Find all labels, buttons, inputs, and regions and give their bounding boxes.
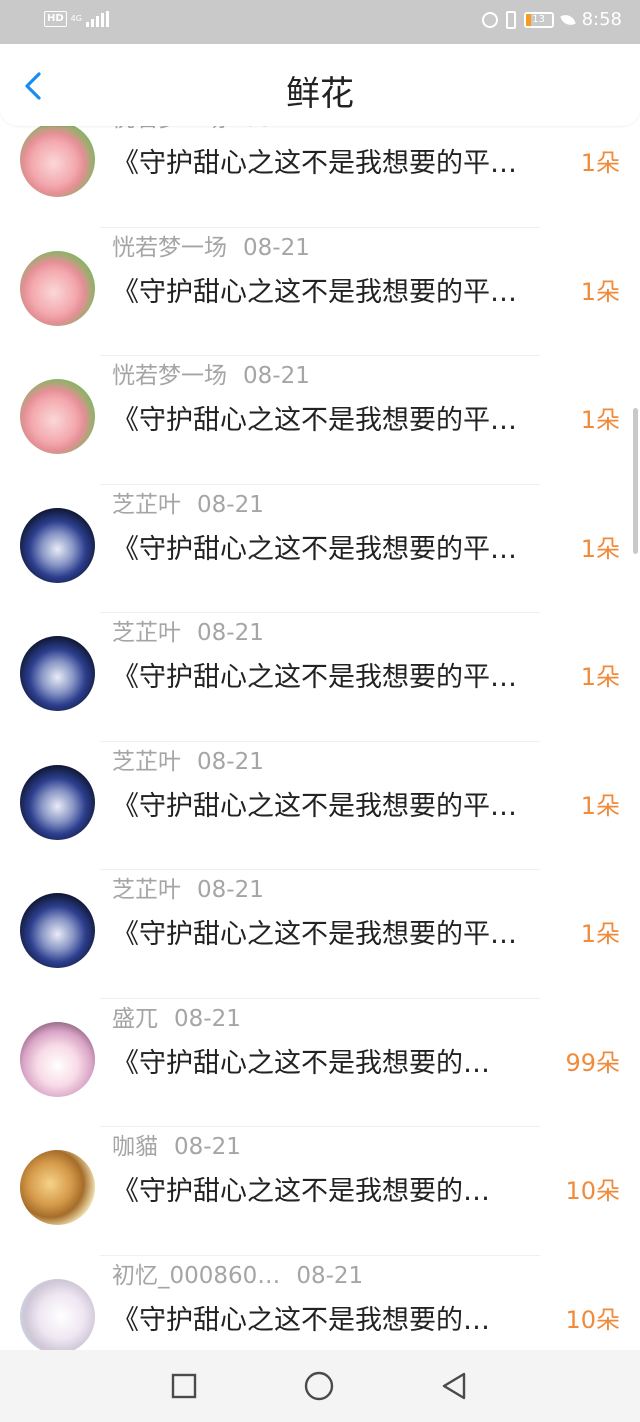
name-line: 咖貓 08-21 [112,1127,241,1161]
list-item[interactable]: 恍若梦一场 08-21 《守护甜心之这不是我想要的平… 1朵 [0,126,640,228]
flower-count: 1朵 [580,791,620,820]
square-icon [171,1373,197,1399]
avatar[interactable] [20,764,95,840]
status-left: HD 4G [44,11,109,27]
list-item[interactable]: 恍若梦一场 08-21 《守护甜心之这不是我想要的平… 1朵 [0,228,640,356]
date: 08-21 [174,1134,241,1160]
sender-name[interactable]: 恍若梦一场 [112,363,227,389]
name-line: 芝芷叶 08-21 [112,742,264,776]
list-item[interactable]: 初忆_000860… 08-21 《守护甜心之这不是我想要的… 10朵 [0,1256,640,1350]
list-inner: 恍若梦一场08-21《守护甜心之这不是我想要的平…1朵恍若梦一场08-21《守护… [0,126,640,1350]
book-title: 《守护甜心之这不是我想要的平… [112,148,517,179]
header: 鲜花 [0,44,640,126]
sender-name[interactable]: 盛兀 [112,1006,158,1032]
sender-name[interactable]: 恍若梦一场 [112,126,227,132]
book-title: 《守护甜心之这不是我想要的平… [112,533,517,565]
network-type: 4G [70,14,82,23]
navigation-bar [0,1350,640,1422]
list-item[interactable]: 咖貓 08-21 《守护甜心之这不是我想要的… 10朵 [0,1127,640,1256]
date: 08-21 [296,1262,364,1289]
avatar[interactable] [20,1021,95,1097]
book-title: 《守护甜心之这不是我想要的平… [112,276,517,308]
flower-count: 1朵 [580,663,620,691]
date: 08-21 [243,363,310,389]
date: 08-21 [197,491,264,518]
date: 08-21 [243,234,310,261]
book-title: 《守护甜心之这不是我想要的平… [112,790,517,822]
avatar[interactable] [20,379,95,454]
circle-icon [304,1371,334,1401]
book-title: 《守护甜心之这不是我想要的平… [112,919,517,950]
battery-level: 13 [532,13,545,25]
list-item[interactable]: 芝芷叶 08-21 《守护甜心之这不是我想要的平… 1朵 [0,485,640,613]
date: 08-21 [243,126,310,132]
sender-name[interactable]: 恍若梦一场 [112,235,227,261]
avatar[interactable] [20,507,95,583]
flower-count: 1朵 [580,534,620,563]
flower-count: 99朵 [565,1048,620,1077]
name-line: 恍若梦一场 08-21 [112,228,310,262]
clock: 8:58 [581,9,622,30]
avatar[interactable] [20,1278,95,1350]
avatar[interactable] [20,126,95,197]
status-right: 13 8:58 [481,9,622,30]
sender-name[interactable]: 芝芷叶 [112,620,181,646]
avatar[interactable] [20,636,95,711]
date: 08-21 [197,620,264,646]
date: 08-21 [197,748,264,775]
name-line: 芝芷叶 08-21 [112,485,264,519]
scrollbar[interactable] [633,408,638,554]
list-item[interactable]: 芝芷叶 08-21 《守护甜心之这不是我想要的平… 1朵 [0,613,640,742]
flower-record-list[interactable]: 恍若梦一场08-21《守护甜心之这不是我想要的平…1朵恍若梦一场08-21《守护… [0,126,640,1350]
sender-name[interactable]: 初忆_000860… [112,1263,280,1289]
date: 08-21 [174,1005,241,1032]
flower-count: 1朵 [580,149,620,177]
signal-icon [85,11,109,27]
date: 08-21 [197,877,264,903]
flower-count: 1朵 [580,277,620,306]
sender-name[interactable]: 咖貓 [112,1134,158,1160]
avatar[interactable] [20,1150,95,1225]
list-item[interactable]: 盛兀 08-21 《守护甜心之这不是我想要的… 99朵 [0,999,640,1127]
battery-icon: 13 [523,11,554,28]
alarm-icon [481,11,498,28]
flower-count: 10朵 [565,1177,620,1205]
list-item[interactable]: 芝芷叶 08-21 《守护甜心之这不是我想要的平… 1朵 [0,870,640,999]
flower-count: 1朵 [580,406,620,434]
home-button[interactable] [303,1370,335,1402]
name-line: 恍若梦一场 08-21 [112,356,310,390]
name-line: 恍若梦一场 08-21 [112,126,310,133]
book-title: 《守护甜心之这不是我想要的平… [112,405,517,436]
triangle-back-icon [442,1372,466,1400]
recent-apps-button[interactable] [168,1370,200,1402]
name-line: 芝芷叶 08-21 [112,870,264,904]
avatar[interactable] [20,250,95,326]
name-line: 盛兀 08-21 [112,999,241,1033]
hd-badge: HD [44,11,67,27]
book-title: 《守护甜心之这不是我想要的… [112,1047,490,1079]
list-item[interactable]: 芝芷叶 08-21 《守护甜心之这不是我想要的平… 1朵 [0,742,640,870]
book-title: 《守护甜心之这不是我想要的… [112,1304,490,1336]
list-item[interactable]: 恍若梦一场 08-21 《守护甜心之这不是我想要的平… 1朵 [0,356,640,485]
sender-name[interactable]: 芝芷叶 [112,749,181,775]
book-title: 《守护甜心之这不是我想要的… [112,1176,490,1207]
status-bar: HD 4G 13 8:58 [0,0,640,44]
name-line: 初忆_000860… 08-21 [112,1256,363,1290]
page-title: 鲜花 [286,74,354,114]
avatar[interactable] [20,893,95,968]
flower-count: 10朵 [565,1305,620,1334]
power-saving-icon [559,11,576,28]
flower-count: 1朵 [580,920,620,948]
vibrate-icon [505,10,516,29]
system-back-button[interactable] [438,1370,470,1402]
name-line: 芝芷叶 08-21 [112,613,264,647]
sender-name[interactable]: 芝芷叶 [112,877,181,903]
sender-name[interactable]: 芝芷叶 [112,492,181,518]
book-title: 《守护甜心之这不是我想要的平… [112,662,517,693]
